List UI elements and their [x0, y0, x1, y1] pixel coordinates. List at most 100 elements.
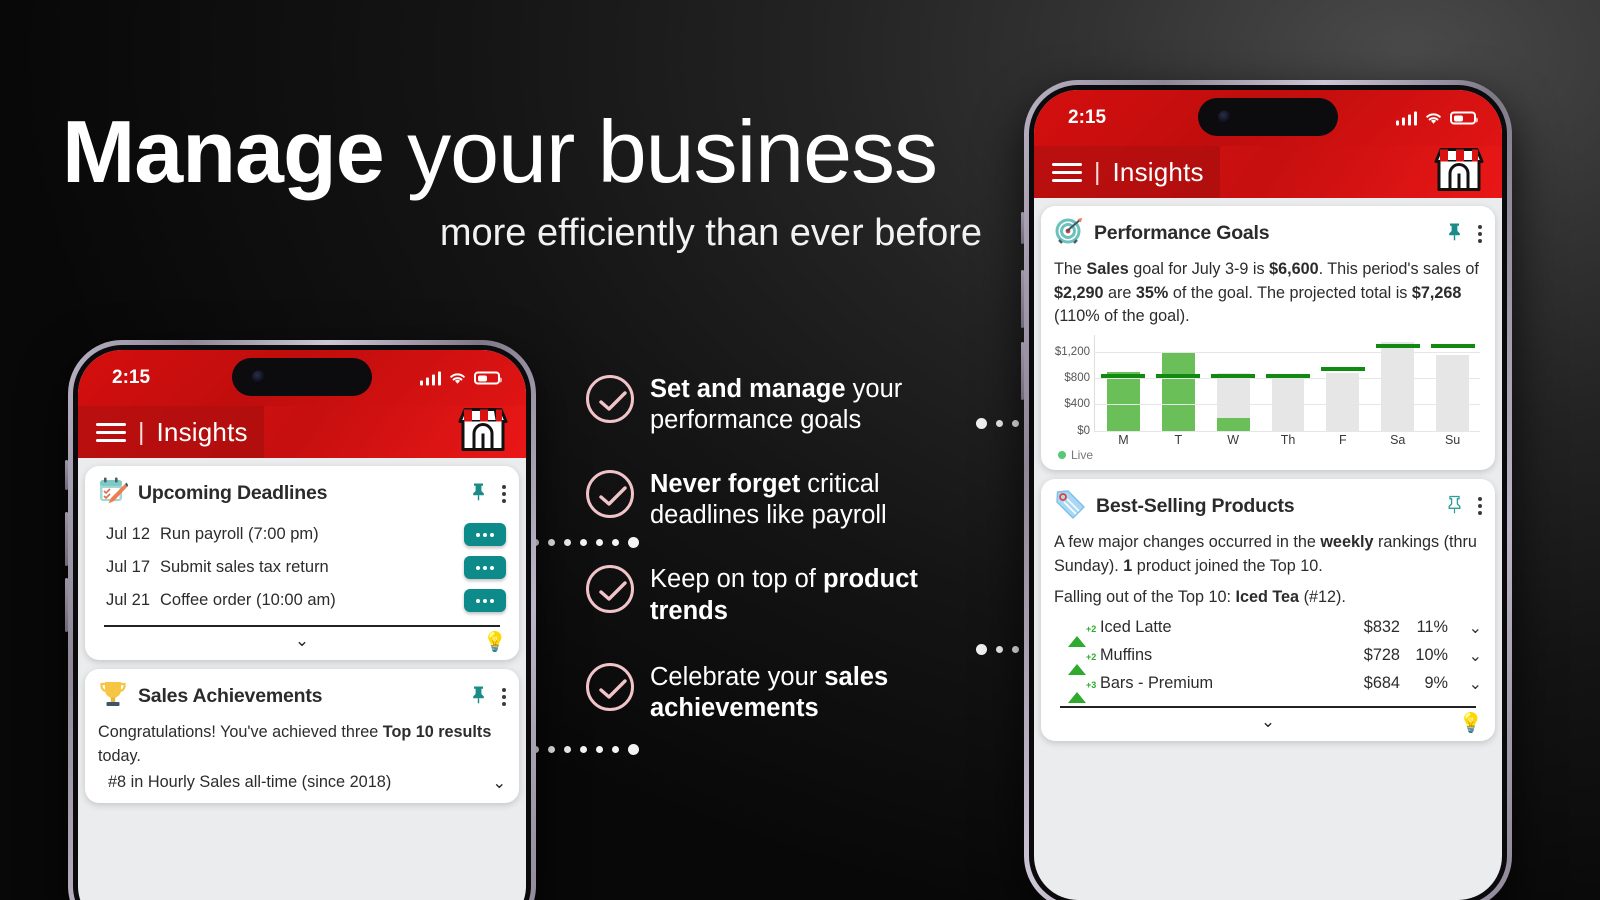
pin-outline-icon[interactable]	[1447, 495, 1462, 518]
chart-bar-actual	[1161, 351, 1195, 431]
connector-line-deadlines	[532, 536, 639, 548]
check-circle-icon	[586, 375, 634, 423]
kebab-menu-icon[interactable]	[496, 484, 506, 503]
card-list-right: Performance Goals The Sales goal for Jul…	[1034, 198, 1502, 742]
hamburger-menu-icon[interactable]	[1052, 162, 1082, 182]
feature-pre-4: Celebrate your	[650, 662, 825, 691]
deadline-row[interactable]: Jul 21 Coffee order (10:00 am)	[98, 584, 506, 617]
card-header: Best-Selling Products	[1054, 489, 1482, 524]
dynamic-island	[1198, 98, 1338, 136]
headline-block: Manage your business more efficiently th…	[62, 108, 982, 253]
chevron-down-icon[interactable]: ⌄	[1448, 618, 1482, 638]
card-body-performance: The Sales goal for July 3-9 is $6,600. T…	[1054, 260, 1479, 326]
phone-mute-switch[interactable]	[1021, 212, 1024, 244]
chart-bar-projected	[1381, 342, 1415, 431]
card-sales-achievements[interactable]: Sales Achievements Congratulations! You'…	[85, 669, 519, 803]
product-row[interactable]: +2 Muffins $728 10% ⌄	[1054, 642, 1482, 676]
kebab-menu-icon[interactable]	[1472, 497, 1482, 516]
achievement-text: #8 in Hourly Sales all-time (since 2018)	[108, 773, 392, 792]
chart-x-tick-label: F	[1339, 432, 1347, 447]
performance-chart[interactable]: M T W Th F Sa Su $0 $400 $800 $1,200	[1054, 334, 1482, 447]
deadline-row[interactable]: Jul 17 Submit sales tax return	[98, 551, 506, 584]
kebab-menu-icon[interactable]	[496, 687, 506, 706]
live-dot-icon	[1058, 450, 1066, 459]
lightbulb-icon[interactable]: 💡	[1459, 711, 1483, 735]
kebab-menu-icon[interactable]	[1472, 224, 1482, 243]
achievement-row[interactable]: #8 in Hourly Sales all-time (since 2018)…	[98, 769, 506, 795]
chart-goal-line	[1430, 344, 1475, 349]
chart-bar-actual	[1216, 417, 1250, 431]
rank-delta: +3	[1086, 680, 1097, 691]
live-indicator: Live	[1054, 448, 1482, 462]
card-header: Sales Achievements	[98, 679, 506, 714]
deadline-date: Jul 12	[106, 525, 151, 543]
feature-text: Celebrate your sales achievements	[650, 660, 986, 724]
chevron-down-icon[interactable]: ⌄	[98, 631, 506, 652]
product-row[interactable]: +2 Iced Latte $832 11% ⌄	[1054, 614, 1482, 648]
headline-line-1: Manage your business	[62, 108, 982, 196]
card-body-products: A few major changes occurred in the week…	[1054, 532, 1477, 575]
deadline-text: Run payroll (7:00 pm)	[160, 525, 319, 543]
lightbulb-icon[interactable]: 💡	[483, 630, 507, 654]
chart-y-tick-label: $1,200	[1054, 345, 1090, 358]
chart-goal-line	[1320, 367, 1365, 372]
chart-column	[1206, 335, 1261, 431]
calendar-pencil-icon	[98, 476, 129, 511]
chart-gridline	[1094, 351, 1480, 353]
chevron-down-icon[interactable]: ⌄	[492, 773, 506, 793]
chart-column	[1096, 335, 1151, 431]
check-circle-icon	[586, 565, 634, 614]
card-best-selling-products[interactable]: Best-Selling Products A few major change…	[1041, 478, 1495, 742]
pin-icon[interactable]	[471, 685, 486, 708]
chart-gridline	[1094, 404, 1480, 406]
more-actions-button[interactable]	[464, 556, 506, 579]
feature-text: Keep on top of product trends	[650, 562, 986, 626]
phone-volume-up[interactable]	[1021, 270, 1024, 328]
product-value: $728	[1363, 646, 1400, 665]
card-header: Upcoming Deadlines	[98, 476, 506, 511]
app-bar-left-group[interactable]: | Insights	[78, 406, 264, 458]
product-row[interactable]: +3 Bars - Premium $684 9% ⌄	[1054, 670, 1482, 704]
deadline-row[interactable]: Jul 12 Run payroll (7:00 pm)	[98, 518, 506, 551]
card-upcoming-deadlines[interactable]: Upcoming Deadlines Jul 12 Run payroll (7…	[85, 466, 519, 661]
chevron-down-icon[interactable]: ⌄	[1448, 674, 1482, 694]
connector-line-achievements	[532, 743, 639, 755]
app-bar: | Insights	[1034, 146, 1502, 198]
chart-x-labels: M T W Th F Sa Su	[1096, 433, 1480, 447]
app-bar-separator: |	[1094, 157, 1101, 186]
feature-text: Never forget critical deadlines like pay…	[650, 467, 986, 531]
battery-icon	[1450, 111, 1478, 125]
chevron-down-icon[interactable]: ⌄	[1448, 646, 1482, 666]
signal-bars-icon	[1395, 111, 1417, 125]
pin-icon[interactable]	[1447, 222, 1462, 245]
chart-gridline	[1094, 378, 1480, 379]
wifi-icon	[1426, 113, 1441, 124]
more-actions-button[interactable]	[464, 589, 506, 612]
hamburger-menu-icon[interactable]	[96, 422, 126, 442]
status-bar: 2:15	[1034, 90, 1502, 146]
ach-text-bold: Top 10 results	[382, 723, 492, 742]
pin-icon[interactable]	[471, 482, 486, 505]
feature-bold-2: Never forget	[650, 470, 801, 499]
chart-column	[1370, 335, 1425, 431]
feature-item-achievements: Celebrate your sales achievements	[586, 660, 986, 724]
phone-mute-switch[interactable]	[65, 460, 68, 490]
phone-volume-up[interactable]	[65, 512, 68, 566]
card-performance-goals[interactable]: Performance Goals The Sales goal for Jul…	[1041, 206, 1495, 470]
more-actions-button[interactable]	[464, 523, 506, 546]
app-bar-left-group[interactable]: | Insights	[1034, 146, 1220, 198]
chevron-down-icon[interactable]: ⌄	[1054, 712, 1482, 733]
phone-right: 2:15 | Insights Performance Goals The Sa…	[1021, 80, 1512, 900]
phone-screen-right: 2:15 | Insights Performance Goals The Sa…	[1034, 90, 1502, 900]
app-bar-title: Insights	[156, 416, 248, 447]
storefront-logo-icon[interactable]	[1430, 146, 1488, 199]
card-title: Sales Achievements	[138, 685, 323, 708]
chart-x-tick-label: T	[1174, 432, 1183, 447]
phone-volume-down[interactable]	[65, 578, 68, 632]
phone-volume-down[interactable]	[1021, 342, 1024, 400]
card-body: Congratulations! You've achieved three T…	[98, 721, 506, 768]
chart-gridline	[1094, 430, 1480, 432]
rank-delta: +2	[1086, 652, 1097, 663]
storefront-logo-icon[interactable]	[454, 406, 512, 459]
product-percent: 9%	[1424, 674, 1448, 693]
